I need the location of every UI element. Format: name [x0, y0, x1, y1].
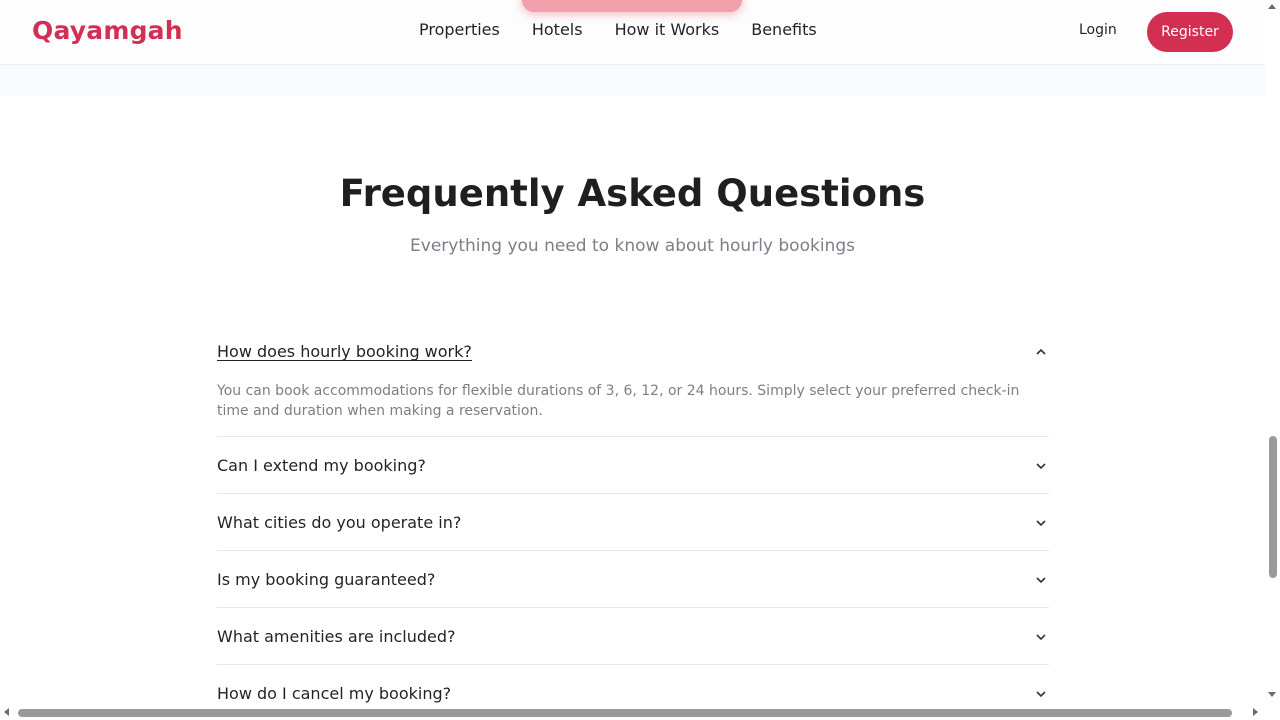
scroll-up-arrow-icon[interactable] — [1268, 4, 1276, 9]
scroll-left-arrow-icon[interactable] — [4, 708, 9, 716]
chevron-down-icon[interactable] — [1035, 631, 1047, 643]
nav-item-how-it-works[interactable]: How it Works — [615, 20, 720, 39]
faq-item: What cities do you operate in? — [217, 494, 1049, 551]
scroll-down-arrow-icon[interactable] — [1268, 692, 1276, 697]
main-nav: Properties Hotels How it Works Benefits — [419, 20, 817, 39]
faq-question[interactable]: Is my booking guaranteed? — [217, 570, 435, 589]
faq-item: How does hourly booking work? You can bo… — [217, 323, 1049, 437]
faq-item: Can I extend my booking? — [217, 437, 1049, 494]
register-button[interactable]: Register — [1147, 12, 1233, 52]
decorative-glow — [522, 0, 742, 12]
horizontal-scrollbar[interactable] — [0, 705, 1265, 720]
faq-title: Frequently Asked Questions — [339, 172, 926, 215]
horizontal-scrollbar-thumb[interactable] — [18, 709, 1232, 717]
vertical-scrollbar[interactable] — [1265, 0, 1280, 705]
nav-item-properties[interactable]: Properties — [419, 20, 500, 39]
logo[interactable]: Qayamgah — [32, 16, 183, 45]
login-link[interactable]: Login — [1079, 22, 1117, 38]
chevron-down-icon[interactable] — [1035, 460, 1047, 472]
vertical-scrollbar-thumb[interactable] — [1269, 436, 1277, 578]
faq-question[interactable]: How do I cancel my booking? — [217, 684, 451, 703]
faq-item: Is my booking guaranteed? — [217, 551, 1049, 608]
faq-subtitle: Everything you need to know about hourly… — [410, 236, 855, 256]
scroll-right-arrow-icon[interactable] — [1253, 708, 1258, 716]
faq-answer: You can book accommodations for flexible… — [217, 383, 1020, 419]
section-divider-strip — [0, 65, 1265, 96]
chevron-down-icon[interactable] — [1035, 574, 1047, 586]
chevron-up-icon[interactable] — [1035, 346, 1047, 358]
page: Qayamgah Properties Hotels How it Works … — [0, 0, 1280, 720]
site-header: Qayamgah Properties Hotels How it Works … — [0, 0, 1265, 65]
nav-item-benefits[interactable]: Benefits — [751, 20, 817, 39]
faq-question[interactable]: Can I extend my booking? — [217, 456, 426, 475]
faq-question[interactable]: What cities do you operate in? — [217, 513, 461, 532]
faq-list: How does hourly booking work? You can bo… — [217, 323, 1049, 720]
faq-question[interactable]: How does hourly booking work? — [217, 342, 472, 361]
faq-item: What amenities are included? — [217, 608, 1049, 665]
chevron-down-icon[interactable] — [1035, 688, 1047, 700]
faq-question[interactable]: What amenities are included? — [217, 627, 456, 646]
chevron-down-icon[interactable] — [1035, 517, 1047, 529]
nav-item-hotels[interactable]: Hotels — [532, 20, 583, 39]
scrollbar-corner — [1265, 705, 1280, 720]
